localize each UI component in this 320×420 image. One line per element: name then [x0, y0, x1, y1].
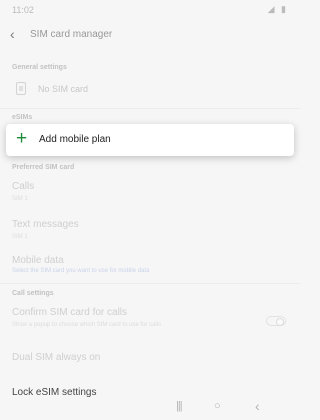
- confirm-sim-title[interactable]: Confirm SIM card for calls: [12, 307, 127, 318]
- navigation-bar: ||| ○ ‹: [0, 395, 300, 420]
- add-mobile-plan-button[interactable]: + Add mobile plan: [6, 124, 294, 156]
- status-time: 11:02: [12, 5, 34, 15]
- no-sim-card-label: No SIM card: [38, 84, 89, 94]
- plus-icon: +: [16, 128, 28, 149]
- confirm-sim-toggle[interactable]: [266, 316, 286, 326]
- section-general-settings: General settings: [12, 64, 67, 71]
- divider: [0, 283, 300, 284]
- section-preferred-sim: Preferred SIM card: [12, 164, 75, 171]
- section-call-settings: Call settings: [12, 290, 54, 297]
- text-messages-title[interactable]: Text messages: [12, 219, 79, 230]
- dual-sim-title[interactable]: Dual SIM always on: [12, 352, 100, 363]
- home-icon[interactable]: ○: [214, 400, 221, 412]
- status-icons: ◢ ▮: [267, 4, 288, 14]
- mobile-data-title[interactable]: Mobile data: [12, 255, 64, 266]
- text-messages-subtitle: SIM 1: [12, 234, 28, 240]
- section-esims: eSIMs: [12, 114, 33, 121]
- app-header: ‹ SIM card manager: [0, 24, 300, 48]
- page-title: SIM card manager: [30, 29, 113, 40]
- status-bar: 11:02 ◢ ▮: [0, 0, 300, 20]
- mobile-data-subtitle: Select the SIM card you want to use for …: [12, 268, 150, 274]
- calls-title[interactable]: Calls: [12, 181, 34, 192]
- back-arrow-icon[interactable]: ‹: [10, 26, 15, 42]
- sim-card-icon: [16, 82, 26, 95]
- confirm-sim-subtitle: Show a popup to choose which SIM card to…: [12, 322, 162, 328]
- divider: [0, 108, 300, 109]
- recents-icon[interactable]: |||: [176, 400, 183, 412]
- nav-back-icon[interactable]: ‹: [255, 398, 260, 414]
- calls-subtitle: SIM 1: [12, 196, 28, 202]
- add-mobile-plan-label: Add mobile plan: [39, 134, 111, 145]
